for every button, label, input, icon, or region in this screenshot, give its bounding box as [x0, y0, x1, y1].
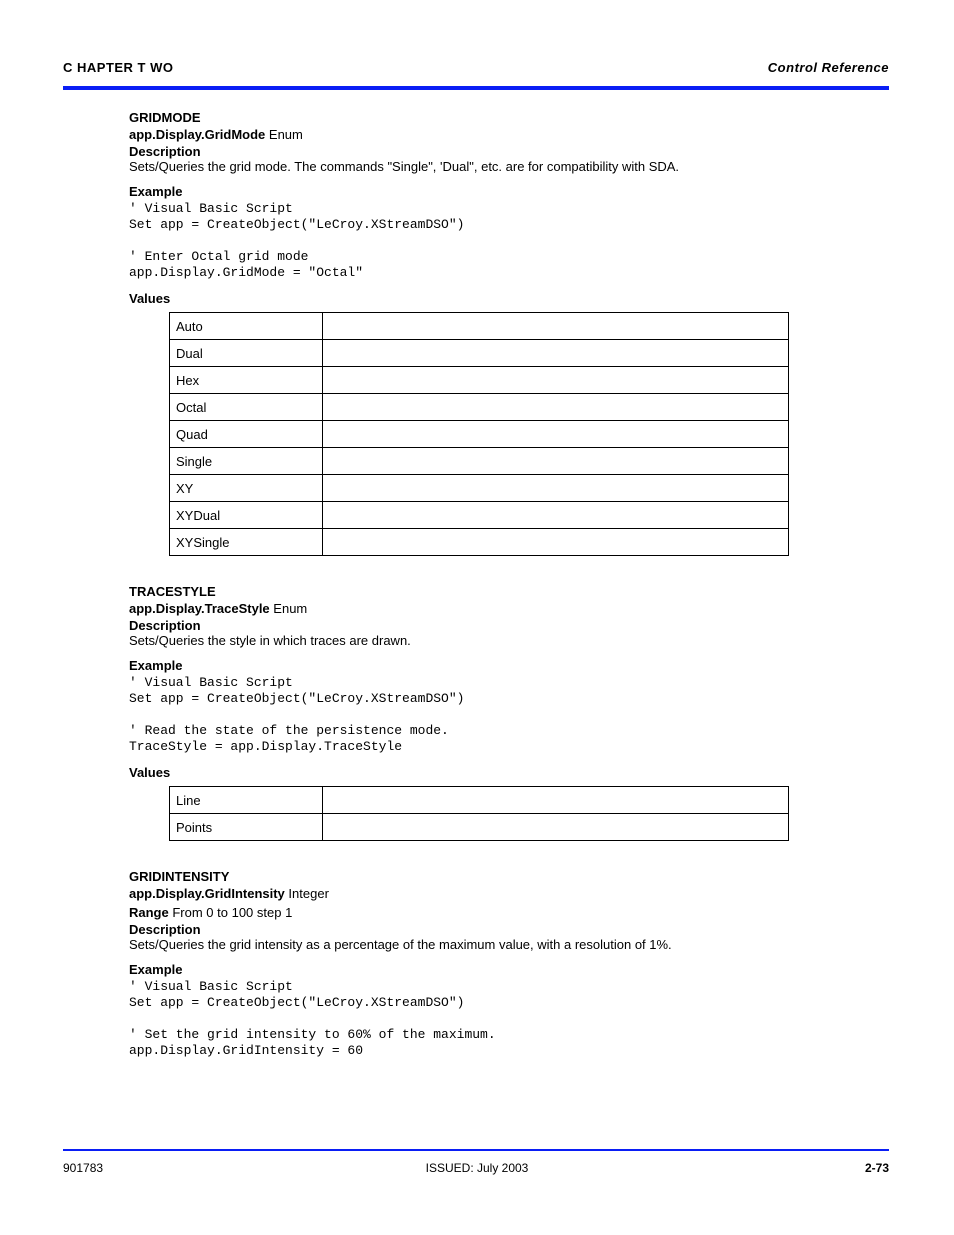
values-table: LinePoints: [169, 786, 789, 841]
value-key: Single: [170, 448, 323, 475]
code-block: ' Visual Basic Script Set app = CreateOb…: [129, 201, 829, 281]
value-desc: [323, 421, 789, 448]
header-rule: [63, 86, 889, 90]
value-desc: [323, 814, 789, 841]
section-heading: TRACESTYLE: [129, 584, 829, 599]
table-row: XYSingle: [170, 529, 789, 556]
type-line: app.Display.GridMode Enum: [129, 127, 829, 142]
value-key: XYDual: [170, 502, 323, 529]
code-block: ' Visual Basic Script Set app = CreateOb…: [129, 979, 829, 1059]
section-gridmode: GRIDMODE app.Display.GridMode Enum Descr…: [129, 110, 829, 556]
values-label: Values: [129, 765, 829, 780]
table-row: Octal: [170, 394, 789, 421]
range-line: Range From 0 to 100 step 1: [129, 905, 829, 920]
table-row: Single: [170, 448, 789, 475]
value-desc: [323, 475, 789, 502]
description-label: Description: [129, 144, 201, 159]
value-desc: [323, 529, 789, 556]
description-text: Sets/Queries the style in which traces a…: [129, 633, 829, 648]
table-row: Auto: [170, 313, 789, 340]
value-desc: [323, 313, 789, 340]
table-row: Dual: [170, 340, 789, 367]
value-desc: [323, 394, 789, 421]
cvar-path: app.Display.TraceStyle: [129, 601, 270, 616]
value-key: Octal: [170, 394, 323, 421]
type-line: app.Display.GridIntensity Integer: [129, 886, 829, 901]
type-line: app.Display.TraceStyle Enum: [129, 601, 829, 616]
example-label: Example: [129, 184, 829, 199]
value-desc: [323, 367, 789, 394]
description-text: Sets/Queries the grid mode. The commands…: [129, 159, 829, 174]
cvar-path: app.Display.GridMode: [129, 127, 265, 142]
value-key: XY: [170, 475, 323, 502]
header-title: Control Reference: [768, 60, 889, 75]
table-row: Line: [170, 787, 789, 814]
value-desc: [323, 448, 789, 475]
value-key: Quad: [170, 421, 323, 448]
value-key: Hex: [170, 367, 323, 394]
section-heading: GRIDMODE: [129, 110, 829, 125]
range-value: From 0 to 100 step 1: [172, 905, 292, 920]
section-tracestyle: TRACESTYLE app.Display.TraceStyle Enum D…: [129, 584, 829, 841]
footer-date: ISSUED: July 2003: [0, 1161, 954, 1175]
code-block: ' Visual Basic Script Set app = CreateOb…: [129, 675, 829, 755]
description-label: Description: [129, 618, 201, 633]
header-chapter: C HAPTER T WO: [63, 60, 174, 75]
value-key: Dual: [170, 340, 323, 367]
table-row: Hex: [170, 367, 789, 394]
table-row: XY: [170, 475, 789, 502]
example-label: Example: [129, 962, 829, 977]
table-row: Quad: [170, 421, 789, 448]
value-desc: [323, 787, 789, 814]
table-row: XYDual: [170, 502, 789, 529]
example-label: Example: [129, 658, 829, 673]
value-key: Points: [170, 814, 323, 841]
footer-rule: [63, 1149, 889, 1151]
description-text: Sets/Queries the grid intensity as a per…: [129, 937, 829, 952]
section-gridintensity: GRIDINTENSITY app.Display.GridIntensity …: [129, 869, 829, 1059]
table-row: Points: [170, 814, 789, 841]
cvar-type: Integer: [288, 886, 328, 901]
cvar-type: Enum: [273, 601, 307, 616]
cvar-type: Enum: [269, 127, 303, 142]
footer-page: 2-73: [865, 1161, 889, 1175]
range-label: Range: [129, 905, 169, 920]
description-label: Description: [129, 922, 201, 937]
values-label: Values: [129, 291, 829, 306]
value-desc: [323, 340, 789, 367]
section-heading: GRIDINTENSITY: [129, 869, 829, 884]
value-key: XYSingle: [170, 529, 323, 556]
cvar-path: app.Display.GridIntensity: [129, 886, 285, 901]
value-key: Line: [170, 787, 323, 814]
value-desc: [323, 502, 789, 529]
values-table: AutoDualHexOctalQuadSingleXYXYDualXYSing…: [169, 312, 789, 556]
value-key: Auto: [170, 313, 323, 340]
